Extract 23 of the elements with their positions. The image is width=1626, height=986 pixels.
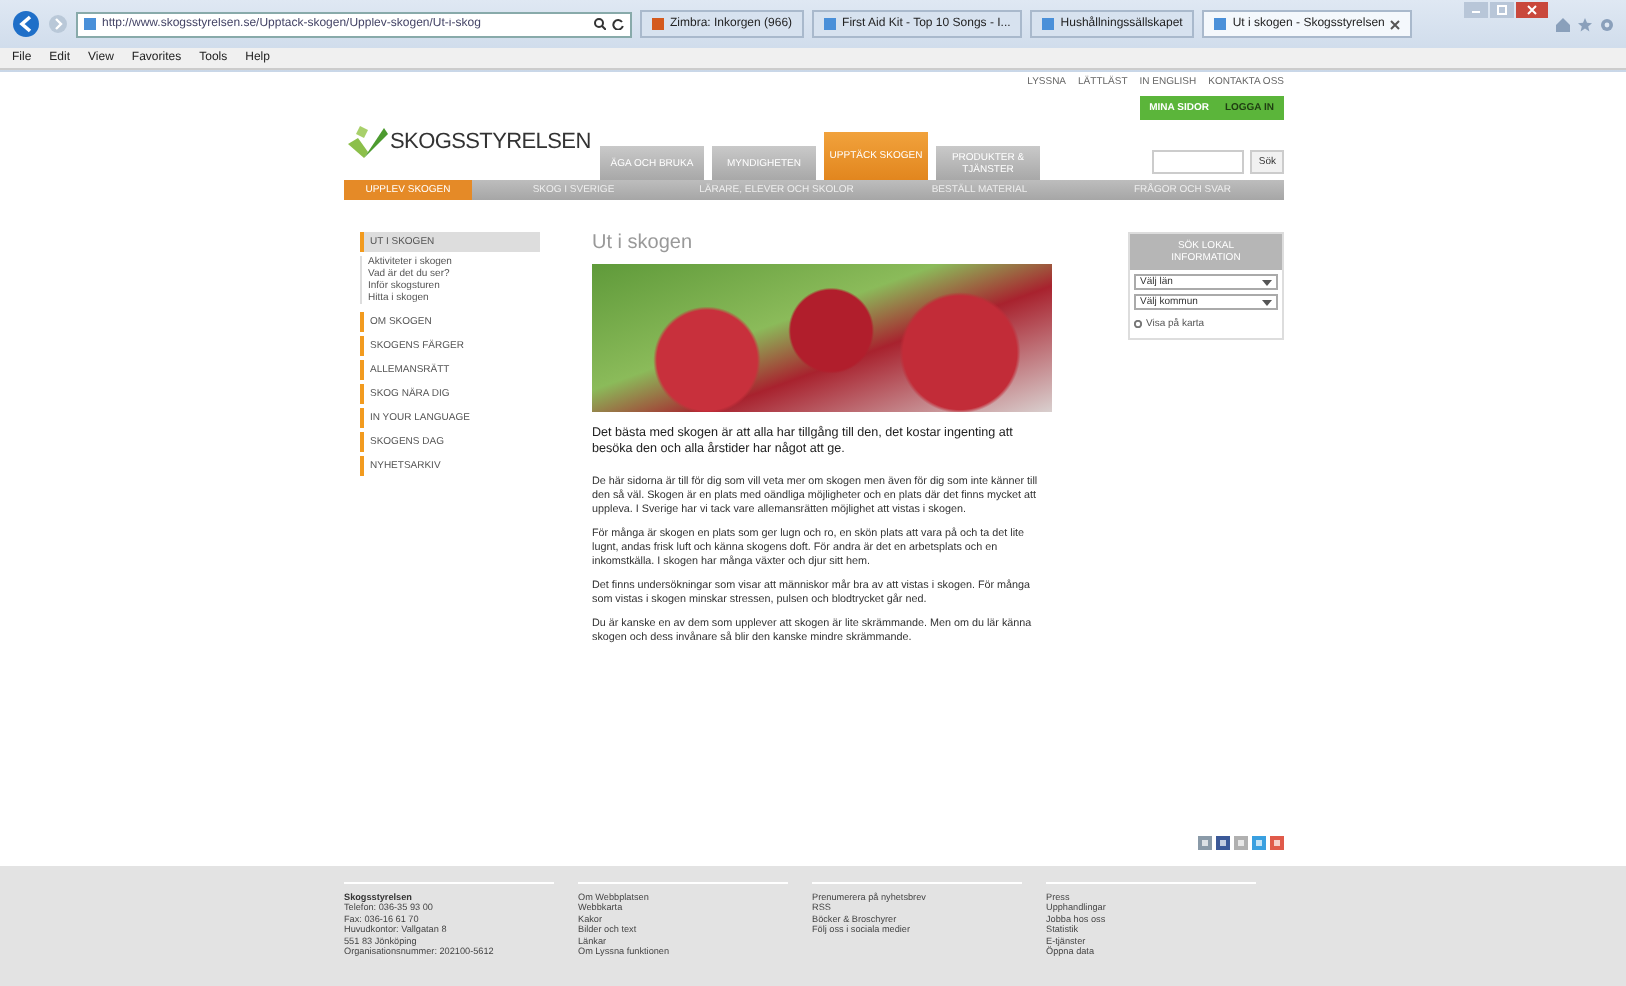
page-title: Ut i skogen [592,232,695,254]
page-icon [1214,18,1227,30]
home-icon[interactable] [1556,17,1570,31]
back-icon[interactable] [12,10,40,38]
settings-icon[interactable] [1600,17,1614,31]
star-icon[interactable] [1578,17,1592,31]
page-icon [824,18,837,30]
close-icon[interactable] [1390,19,1401,29]
refresh-icon[interactable] [612,18,624,30]
logo-text: SKOGSSTYRELSEN [390,130,591,154]
search-icon[interactable] [594,18,606,30]
search-field[interactable] [1152,150,1245,174]
logo-icon [344,120,388,164]
page-icon [1042,18,1055,30]
chevron-down-icon [1262,299,1272,305]
minimize-icon[interactable] [1464,2,1488,18]
share-icon[interactable] [1198,836,1212,850]
close-icon[interactable] [1516,2,1548,18]
maximize-icon[interactable] [1490,2,1514,18]
page-icon [84,18,96,30]
chevron-down-icon [1262,279,1272,285]
forward-icon[interactable] [48,14,68,34]
page-icon [652,18,664,30]
